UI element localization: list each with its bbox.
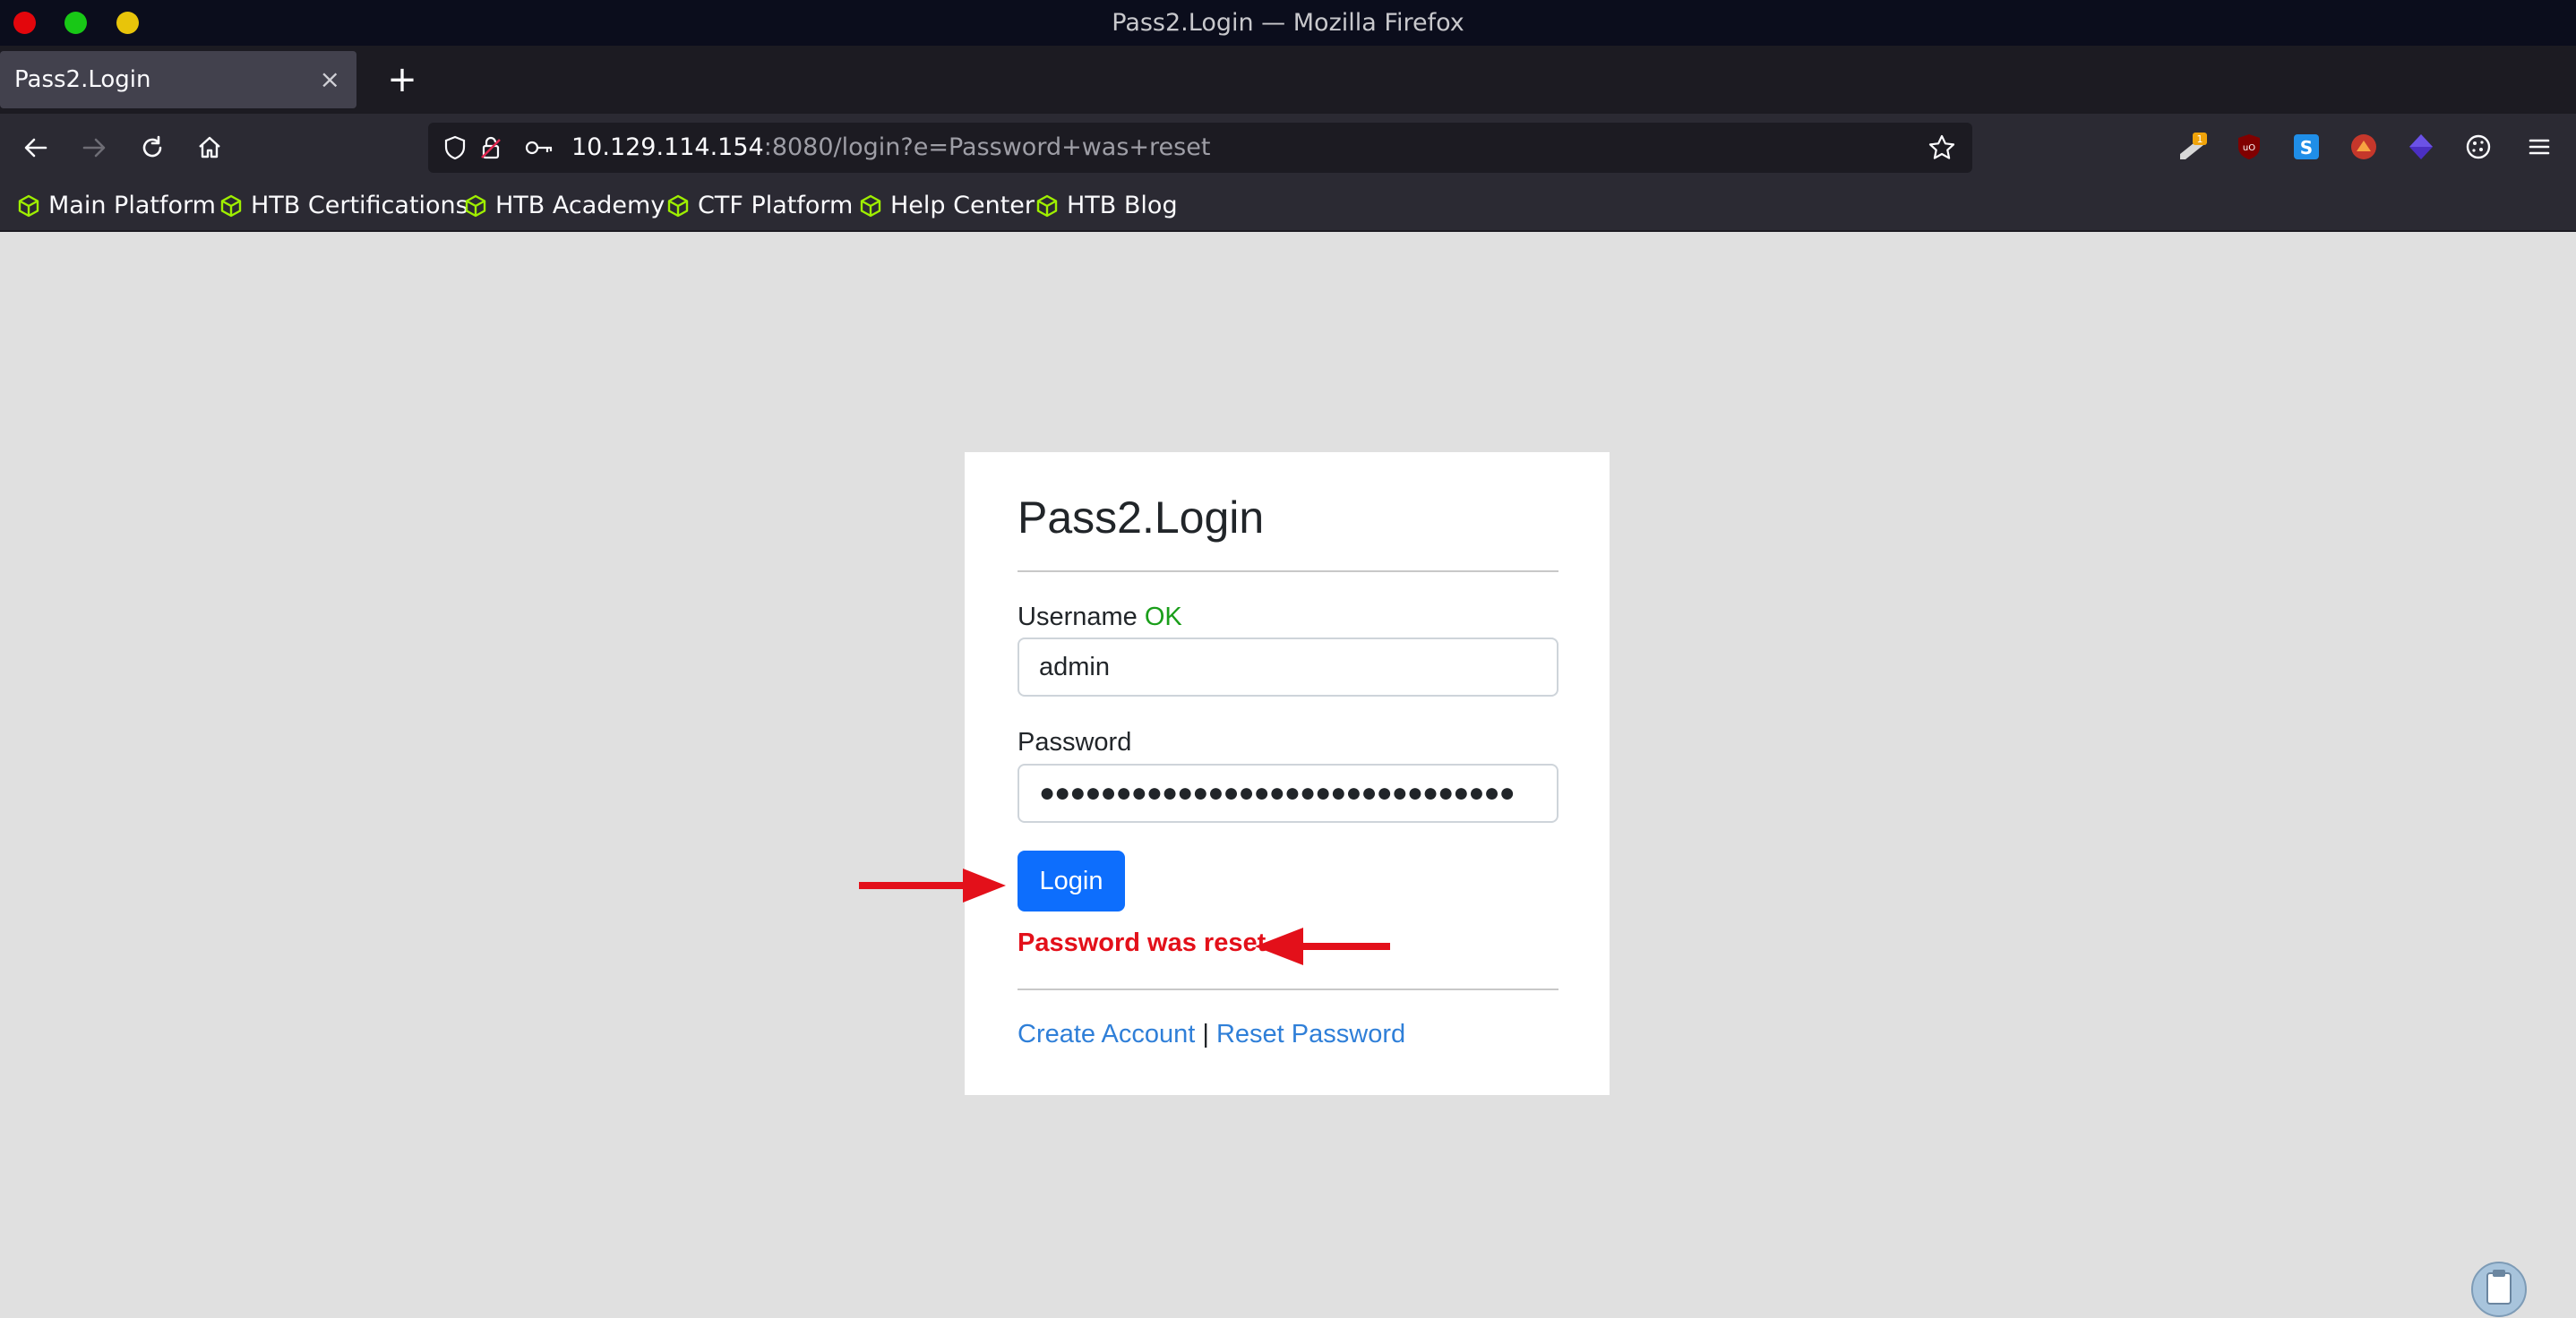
tracking-protection-shield-icon[interactable] bbox=[439, 132, 471, 164]
forward-arrow-icon bbox=[82, 138, 106, 158]
extension-badge: 1 bbox=[2197, 133, 2203, 145]
url-host: 10.129.114.154 bbox=[571, 133, 764, 161]
divider bbox=[1018, 988, 1558, 990]
s-extension-icon[interactable]: S bbox=[2288, 128, 2325, 166]
htb-cube-icon bbox=[465, 194, 486, 217]
fox-extension-icon[interactable] bbox=[2345, 128, 2383, 166]
link-separator: | bbox=[1202, 1020, 1209, 1048]
bookmarks-toolbar: Main Platform HTB Certifications HTB Aca… bbox=[0, 181, 2576, 232]
close-window-button[interactable] bbox=[13, 12, 36, 34]
username-label: Username OK bbox=[1018, 603, 1182, 632]
url-bar[interactable]: 10.129.114.154:8080/login?e=Password+was… bbox=[428, 123, 1972, 173]
reload-icon bbox=[142, 135, 162, 158]
bookmark-label: HTB Certifications bbox=[251, 192, 468, 219]
annotation-arrow-left-icon bbox=[1255, 928, 1390, 965]
cookie-icon[interactable] bbox=[2460, 128, 2497, 166]
back-arrow-icon bbox=[24, 138, 47, 158]
username-label-text: Username bbox=[1018, 603, 1138, 631]
htb-cube-icon bbox=[667, 194, 689, 217]
bookmark-htb-blog[interactable]: HTB Blog bbox=[1035, 181, 1178, 230]
saved-key-icon[interactable] bbox=[523, 132, 555, 164]
reset-password-link[interactable]: Reset Password bbox=[1216, 1020, 1405, 1048]
maximize-window-button[interactable] bbox=[64, 12, 87, 34]
username-input[interactable]: admin bbox=[1018, 638, 1558, 697]
bookmark-label: HTB Blog bbox=[1067, 192, 1178, 219]
insecure-lock-icon[interactable] bbox=[475, 132, 507, 164]
bookmark-htb-certifications[interactable]: HTB Certifications bbox=[219, 181, 468, 230]
login-button[interactable]: Login bbox=[1018, 851, 1125, 911]
bookmark-label: HTB Academy bbox=[495, 192, 665, 219]
home-button[interactable] bbox=[183, 121, 236, 175]
url-text[interactable]: 10.129.114.154:8080/login?e=Password+was… bbox=[571, 123, 1210, 173]
login-card: Pass2.Login Username OK admin Password ●… bbox=[965, 452, 1610, 1095]
reload-button[interactable] bbox=[125, 121, 179, 175]
tab-title: Pass2.Login bbox=[14, 66, 151, 93]
bookmark-htb-academy[interactable]: HTB Academy bbox=[463, 181, 665, 230]
bookmark-main-platform[interactable]: Main Platform bbox=[16, 181, 216, 230]
window-title: Pass2.Login — Mozilla Firefox bbox=[1112, 9, 1464, 37]
htb-cube-icon bbox=[18, 194, 39, 217]
bookmark-star-icon[interactable] bbox=[1926, 132, 1958, 164]
bookmark-label: CTF Platform bbox=[698, 192, 854, 219]
cube-extension-icon[interactable] bbox=[2402, 128, 2440, 166]
new-tab-button[interactable]: + bbox=[380, 46, 425, 114]
htb-cube-icon bbox=[1036, 194, 1058, 217]
clipboard-icon[interactable] bbox=[2470, 1261, 2528, 1318]
password-input[interactable]: ●●●●●●●●●●●●●●●●●●●●●●●●●●●●●●● bbox=[1018, 764, 1558, 823]
notes-icon[interactable]: 1 bbox=[2174, 128, 2211, 166]
close-tab-icon[interactable]: × bbox=[320, 51, 340, 108]
create-account-link[interactable]: Create Account bbox=[1018, 1020, 1195, 1048]
divider bbox=[1018, 570, 1558, 572]
home-icon bbox=[199, 136, 220, 158]
password-label: Password bbox=[1018, 728, 1132, 757]
tab-strip: Pass2.Login × + bbox=[0, 46, 2576, 114]
svg-text:uO: uO bbox=[2243, 143, 2255, 153]
forward-button[interactable] bbox=[67, 121, 121, 175]
bookmark-help-center[interactable]: Help Center bbox=[858, 181, 1035, 230]
page-title: Pass2.Login bbox=[1018, 492, 1265, 543]
url-path: :8080/login?e=Password+was+reset bbox=[763, 133, 1211, 161]
username-status: OK bbox=[1144, 603, 1182, 631]
tab-pass2-login[interactable]: Pass2.Login × bbox=[0, 51, 356, 108]
error-message: Password was reset bbox=[1018, 929, 1267, 957]
svg-text:S: S bbox=[2300, 137, 2313, 158]
minimize-window-button[interactable] bbox=[116, 12, 139, 34]
back-button[interactable] bbox=[9, 121, 63, 175]
account-links: Create Account | Reset Password bbox=[1018, 1020, 1405, 1049]
bookmark-label: Main Platform bbox=[48, 192, 216, 219]
window-titlebar: Pass2.Login — Mozilla Firefox bbox=[0, 0, 2576, 46]
navigation-toolbar: 10.129.114.154:8080/login?e=Password+was… bbox=[0, 114, 2576, 181]
bookmark-ctf-platform[interactable]: CTF Platform bbox=[665, 181, 853, 230]
ublock-icon[interactable]: uO bbox=[2230, 128, 2268, 166]
annotation-arrow-right-icon bbox=[859, 869, 1006, 903]
htb-cube-icon bbox=[220, 194, 242, 217]
htb-cube-icon bbox=[860, 194, 881, 217]
hamburger-menu-icon[interactable] bbox=[2520, 128, 2558, 166]
bookmark-label: Help Center bbox=[890, 192, 1035, 219]
